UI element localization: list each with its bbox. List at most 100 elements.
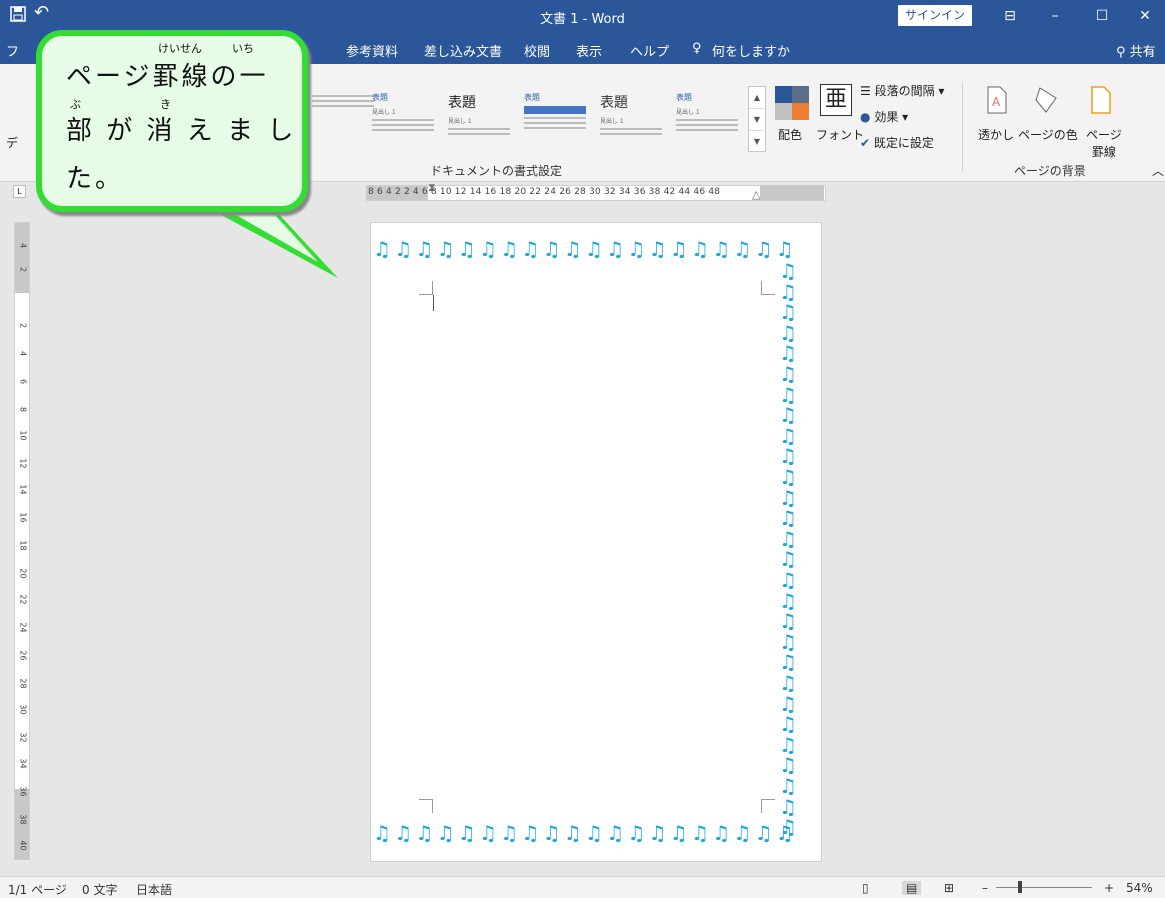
border-note-icon: ♫ [779, 547, 797, 572]
border-note-icon: ♫ [521, 821, 540, 845]
callout-bubble: けいせん いち ページ罫線の一 ぶ き 部 が 消 え ま し た。 [36, 30, 308, 212]
effects-icon: ● [860, 110, 871, 124]
ruler-tick-label: 30 [18, 704, 28, 715]
zoom-slider[interactable] [996, 887, 1092, 888]
border-note-icon: ♫ [779, 526, 797, 551]
border-note-icon: ♫ [779, 423, 797, 448]
ruler-tick-label: 12 [18, 458, 28, 469]
zoom-in-icon[interactable]: + [1104, 881, 1114, 895]
signin-button[interactable]: サインイン [898, 5, 972, 26]
paragraph-spacing-button[interactable]: ☰ 段落の間隔 ▾ [860, 82, 944, 99]
border-note-icon: ♫ [779, 341, 797, 366]
ruler-margin-right [760, 186, 824, 200]
ruler-tick-label: 32 [18, 732, 28, 743]
border-note-icon: ♫ [779, 671, 797, 695]
callout-line-3: た。 [66, 164, 125, 194]
border-note-icon: ♫ [779, 382, 797, 407]
indent-marker-icon[interactable]: ⧗ [428, 181, 436, 195]
border-note-icon: ♫ [779, 506, 797, 531]
watermark-button[interactable]: 透かし [978, 126, 1014, 143]
paragraph-spacing-icon: ☰ [860, 84, 871, 98]
fonts-button[interactable]: フォント [816, 126, 864, 143]
page-count[interactable]: 1/1 ページ [8, 881, 67, 898]
ruler-tick-label: 38 [18, 814, 28, 825]
tab-help[interactable]: ヘルプ [630, 41, 669, 60]
group-divider [962, 82, 963, 172]
ruler-tick-label: 28 [18, 678, 28, 689]
ruby-keisen: けいせん [158, 42, 202, 55]
ruler-tick-label: 8 [18, 406, 28, 413]
style-thumbnail[interactable]: 表題 [524, 92, 600, 152]
border-note-icon: ♫ [648, 237, 667, 261]
border-note-icon: ♫ [712, 821, 731, 845]
border-note-icon: ♫ [479, 237, 497, 261]
crop-mark [761, 281, 775, 295]
document-page[interactable]: ♫ ♫ ♫ ♫ ♫ ♫ ♫ ♫ ♫ ♫ ♫ ♫ ♫ ♫ ♫ ♫ ♫ ♫ ♫ ♫ ♫ ♫ ♫ ♫ ♫ ♫ ♫ ♫ ♫ ♫ ♫ ♫ ♫ ♫ ♫ ♫ ♫ ♫ ♫ ♫… [370, 222, 822, 862]
ruler-tick-label: 18 [18, 540, 28, 551]
tab-review[interactable]: 校閲 [524, 41, 550, 60]
border-note-icon: ♫ [415, 821, 434, 845]
border-note-icon: ♫ [563, 821, 582, 845]
web-layout-icon[interactable]: ⊞ [944, 881, 954, 895]
crop-mark [761, 799, 775, 813]
border-note-icon: ♫ [779, 485, 797, 510]
border-note-icon: ♫ [627, 237, 646, 261]
page-color-button[interactable]: ページの色 [1018, 126, 1078, 143]
minimize-icon[interactable]: – [1035, 4, 1075, 28]
border-note-icon: ♫ [779, 732, 797, 757]
print-layout-icon[interactable]: ▤ [902, 881, 922, 895]
maximize-icon[interactable]: ☐ [1082, 4, 1122, 28]
ribbon-display-icon[interactable]: ⊟ [990, 4, 1030, 28]
read-mode-icon[interactable]: ▯ [862, 881, 869, 895]
tab-view[interactable]: 表示 [576, 41, 602, 60]
close-icon[interactable]: ✕ [1125, 4, 1165, 28]
zoom-slider-thumb[interactable] [1018, 881, 1022, 893]
border-note-icon: ♫ [754, 821, 773, 845]
border-note-icon: ♫ [779, 774, 797, 798]
border-note-icon: ♫ [779, 712, 797, 737]
effects-button[interactable]: ● 効果 ▾ [860, 108, 908, 125]
border-note-icon: ♫ [779, 691, 797, 716]
style-thumbnail[interactable]: 表題 見出し 1 [600, 92, 676, 152]
collapse-ribbon-icon[interactable]: ︿ [1152, 162, 1164, 179]
style-thumbnail[interactable]: 表題 見出し 1 [448, 92, 524, 152]
tab-mailings[interactable]: 差し込み文書 [424, 41, 502, 60]
zoom-out-icon[interactable]: – [982, 881, 988, 895]
style-thumbnail[interactable]: 表題 見出し 1 [372, 92, 448, 152]
border-note-icon: ♫ [779, 279, 797, 304]
group-label-page-background: ページの背景 [1014, 164, 1086, 178]
colors-icon [775, 86, 809, 123]
border-note-icon: ♫ [779, 465, 797, 489]
vertical-ruler[interactable]: 4 2 2 4 6 8 10 12 14 16 18 20 22 24 26 28 30 32 34 36 38 40 [14, 222, 30, 860]
crop-mark [419, 799, 433, 813]
border-note-icon: ♫ [415, 237, 434, 261]
styles-gallery-scroll[interactable]: ▲ ▼ ▼ [748, 86, 766, 152]
border-note-icon: ♫ [500, 237, 519, 261]
border-note-icon: ♫ [457, 237, 476, 261]
page-borders-icon [1090, 86, 1112, 117]
right-indent-marker-icon[interactable]: △ [752, 188, 760, 201]
border-note-icon: ♫ [775, 821, 794, 845]
set-default-button[interactable]: ✔ 既定に設定 [860, 134, 934, 151]
page-borders-button[interactable]: ページ 罫線 [1086, 126, 1122, 160]
border-note-icon: ♫ [542, 237, 561, 261]
border-note-icon: ♫ [500, 821, 519, 845]
language-status[interactable]: 日本語 [136, 881, 172, 898]
border-note-icon: ♫ [779, 320, 797, 345]
colors-button[interactable]: 配色 [778, 126, 802, 143]
border-note-icon: ♫ [754, 237, 773, 261]
style-thumbnail[interactable]: 表題 見出し 1 [676, 92, 752, 152]
border-note-icon: ♫ [779, 609, 797, 634]
check-circle-icon: ✔ [860, 136, 871, 150]
border-note-icon: ♫ [585, 237, 603, 261]
word-count[interactable]: 0 文字 [82, 881, 117, 898]
border-note-icon: ♫ [779, 300, 797, 325]
border-note-icon: ♫ [479, 821, 497, 845]
border-note-icon: ♫ [648, 821, 667, 845]
border-note-icon: ♫ [691, 821, 709, 845]
share-button[interactable]: ⚲ 共有 [1116, 41, 1156, 60]
zoom-level[interactable]: 54% [1126, 881, 1153, 895]
callout-line-1: ページ罫線の一 [66, 62, 269, 92]
group-label-document-format: ドキュメントの書式設定 [430, 164, 563, 178]
tell-me-search[interactable]: 何をしますか [712, 41, 790, 60]
